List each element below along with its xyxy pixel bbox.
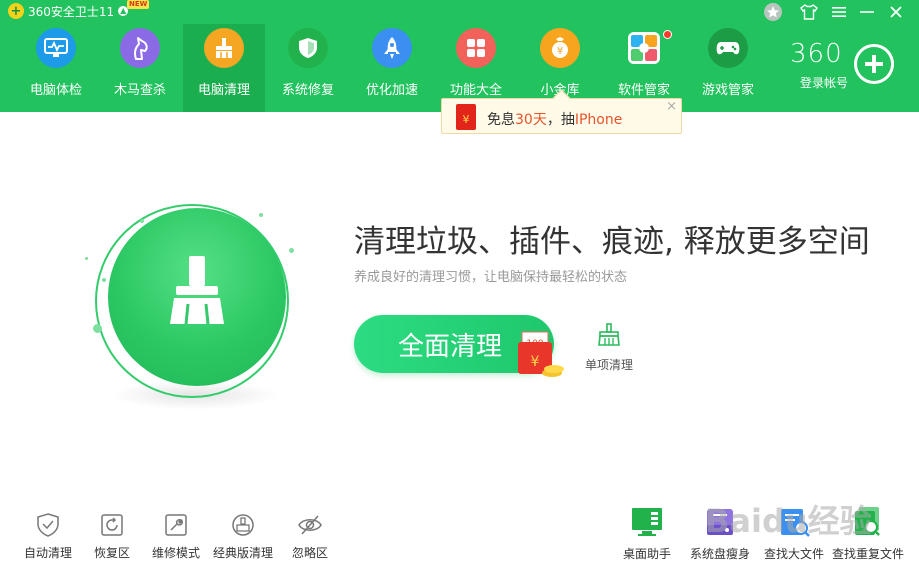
single-clean-label: 单项清理 — [584, 358, 633, 372]
nav-label: 电脑体检 — [29, 83, 82, 98]
wrench-icon — [165, 514, 187, 536]
brand-logo: 360 — [790, 39, 843, 69]
shirt-icon[interactable] — [795, 0, 823, 24]
nav-label: 功能大全 — [449, 83, 502, 98]
nav-item-pc-checkup[interactable]: 电脑体检 — [15, 24, 97, 112]
app-title-area: + 360安全卫士11 ▲ — [8, 3, 129, 19]
decor-dot — [289, 248, 294, 253]
gamepad-icon — [708, 28, 748, 68]
restore-area-button[interactable]: 恢复区 — [82, 512, 142, 561]
eye-off-icon — [298, 515, 322, 535]
hero-headline: 清理垃圾、插件、痕迹, 释放更多空间 — [354, 224, 870, 260]
baidu-watermark: Baidu经验 — [705, 502, 872, 540]
monitor-icon — [36, 28, 76, 68]
decor-dot — [85, 257, 88, 260]
coin-icon: ¥ — [540, 28, 580, 68]
desktop-assistant-label: 桌面助手 — [622, 547, 671, 561]
grid-icon — [456, 28, 496, 68]
promo-popup[interactable]: 免息30天，抽IPhone × — [441, 89, 682, 134]
promo-text: 免息30天，抽IPhone — [487, 112, 623, 128]
classic-clean-button[interactable]: 经典版清理 — [213, 512, 273, 561]
nav-item-system-repair[interactable]: 系统修复 — [267, 24, 349, 112]
svg-text:¥: ¥ — [531, 354, 540, 370]
classic-clean-icon — [232, 514, 254, 536]
add-account-button[interactable] — [854, 44, 894, 84]
close-icon[interactable] — [882, 0, 910, 24]
horse-icon — [120, 28, 160, 68]
broom-icon — [170, 256, 224, 325]
shield-icon — [288, 28, 328, 68]
nav-item-game-manager[interactable]: 游戏管家 — [687, 24, 769, 112]
skin-icon[interactable] — [759, 0, 787, 24]
hero-subline: 养成良好的清理习惯，让电脑保持最轻松的状态 — [354, 270, 628, 285]
nav-item-optimize[interactable]: 优化加速 — [351, 24, 433, 112]
full-clean-label: 全面清理 — [398, 331, 503, 362]
auto-clean-button[interactable]: 自动清理 — [18, 512, 78, 561]
app-logo-icon: + — [8, 3, 24, 19]
broom-icon — [598, 323, 620, 346]
nav-item-pc-clean[interactable]: 电脑清理 — [183, 24, 265, 112]
nav-label: 电脑清理 — [197, 83, 250, 98]
new-badge: NEW — [127, 0, 150, 9]
reward-envelope-icon[interactable]: 100 ¥ — [516, 330, 564, 380]
disk-slim-label: 系统盘瘦身 — [689, 547, 750, 561]
ignore-area-label: 忽略区 — [291, 546, 328, 560]
login-link[interactable]: 登录帐号 — [800, 74, 848, 91]
repair-mode-label: 维修模式 — [151, 546, 200, 560]
apps-icon — [624, 28, 664, 68]
red-envelope-icon — [456, 104, 476, 130]
find-duplicate-label: 查找重复文件 — [831, 547, 904, 561]
classic-clean-label: 经典版清理 — [213, 546, 274, 560]
repair-mode-button[interactable]: 维修模式 — [146, 512, 206, 561]
desktop-assistant-button[interactable]: 桌面助手 — [609, 505, 685, 562]
decor-dot — [93, 324, 102, 333]
title-bar: + 360安全卫士11 ▲ NEW 电脑体检 木马查杀 电脑清理 系统修复 优化… — [0, 0, 919, 112]
restore-area-label: 恢复区 — [93, 546, 130, 560]
shield-check-icon — [37, 513, 59, 537]
nav-label: 软件管家 — [617, 83, 670, 98]
desktop-assistant-icon — [632, 508, 662, 536]
rocket-icon — [372, 28, 412, 68]
decor-dot — [140, 219, 144, 223]
hero-clean-circle — [108, 208, 286, 386]
decor-dot — [102, 278, 106, 282]
menu-icon[interactable] — [825, 0, 853, 24]
ignore-area-button[interactable]: 忽略区 — [280, 512, 340, 561]
nav-label: 系统修复 — [281, 83, 334, 98]
svg-text:¥: ¥ — [557, 46, 563, 57]
nav-label: 木马查杀 — [113, 83, 166, 98]
broom-icon — [204, 28, 244, 68]
restore-icon — [101, 514, 123, 536]
app-title: 360安全卫士11 — [28, 4, 115, 19]
nav-label: 游戏管家 — [701, 83, 754, 98]
single-clean-button[interactable]: 单项清理 — [580, 322, 638, 373]
popup-close-icon[interactable]: × — [666, 99, 677, 114]
nav-item-trojan-scan[interactable]: 木马查杀 — [99, 24, 181, 112]
auto-clean-label: 自动清理 — [23, 546, 72, 560]
find-large-file-label: 查找大文件 — [763, 547, 824, 561]
decor-dot — [259, 213, 263, 217]
nav-label: 优化加速 — [365, 83, 418, 98]
minimize-icon[interactable] — [853, 0, 881, 24]
notification-dot — [663, 30, 672, 39]
